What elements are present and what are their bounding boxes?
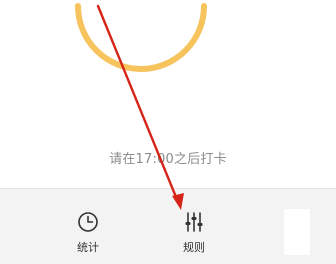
tab-rules[interactable]: 规则: [164, 211, 224, 255]
checkin-progress-ring: [75, 3, 207, 72]
sliders-icon: [185, 212, 203, 232]
clock-icon: [78, 212, 98, 232]
tab-statistics[interactable]: 统计: [58, 211, 118, 255]
tab-statistics-label: 统计: [77, 241, 99, 254]
checkin-time-hint: 请在17:00之后打卡: [109, 152, 227, 167]
tab-rules-label: 规则: [183, 241, 205, 254]
partial-tab-item[interactable]: [284, 209, 310, 255]
ring-arc: [75, 3, 207, 72]
checkin-screen: 请在17:00之后打卡 统计 规则: [0, 0, 336, 264]
